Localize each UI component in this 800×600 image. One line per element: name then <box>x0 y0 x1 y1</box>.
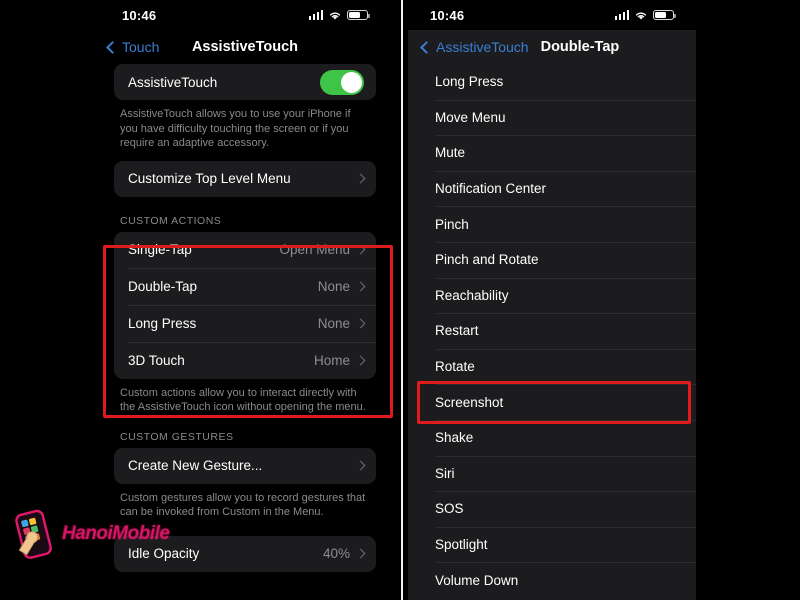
row-label: Long Press <box>128 316 197 331</box>
custom-action-row-3d-touch[interactable]: 3D Touch Home <box>114 343 376 379</box>
chevron-right-icon <box>355 460 366 471</box>
chevron-right-icon <box>355 548 366 559</box>
double-tap-action-list: Long Press Move Menu Mute Notification C… <box>408 64 696 600</box>
list-item[interactable]: Notification Center <box>408 170 696 207</box>
idle-opacity-value: 40% <box>322 546 350 561</box>
row-value: Open Menu <box>279 242 350 257</box>
assistive-touch-footnote: AssistiveTouch allows you to use your iP… <box>120 108 351 149</box>
list-item[interactable]: Move Menu <box>408 99 696 136</box>
list-item[interactable]: Siri <box>408 455 696 492</box>
list-item[interactable]: Volume Down <box>408 562 696 598</box>
customize-menu-card: Customize Top Level Menu <box>114 160 376 197</box>
right-nav-bar: AssistiveTouch Double-Tap <box>408 30 696 64</box>
list-item[interactable]: Long Press <box>408 64 696 100</box>
list-item[interactable]: Rotate <box>408 348 696 385</box>
customize-menu-label: Customize Top Level Menu <box>128 171 291 186</box>
create-new-gesture-row[interactable]: Create New Gesture... <box>114 448 376 484</box>
status-time: 10:46 <box>122 7 157 23</box>
status-icons <box>308 9 370 21</box>
list-item[interactable]: Spotlight <box>408 526 696 563</box>
chevron-right-icon <box>355 281 366 292</box>
left-status-bar: 10:46 <box>100 0 390 30</box>
list-item[interactable]: Restart <box>408 313 696 349</box>
right-status-bar: 10:46 <box>408 0 696 30</box>
row-value: None <box>317 279 350 294</box>
row-label: Double-Tap <box>128 279 198 294</box>
list-item[interactable]: Reachability <box>408 277 696 314</box>
battery-icon <box>653 9 676 21</box>
create-new-gesture-label: Create New Gesture... <box>128 458 263 473</box>
chevron-right-icon <box>355 173 366 184</box>
list-item[interactable]: Pinch <box>408 206 696 242</box>
custom-actions-card: Single-Tap Open Menu Double-Tap None Lon… <box>114 231 376 379</box>
page-title: Double-Tap <box>540 39 620 55</box>
right-letterbox <box>696 0 800 600</box>
row-value: None <box>317 316 350 331</box>
assistive-touch-card: AssistiveTouch <box>114 64 376 100</box>
screenshot-canvas: 10:46 Touch AssistiveTouch AssistiveTouc… <box>0 0 800 600</box>
wifi-icon <box>329 12 341 20</box>
list-item[interactable]: Pinch and Rotate <box>408 241 696 278</box>
list-item[interactable]: Shake <box>408 419 696 456</box>
custom-action-row-single-tap[interactable]: Single-Tap Open Menu <box>114 232 376 268</box>
panel-divider <box>401 0 403 600</box>
cellular-bars-icon <box>308 10 323 20</box>
left-settings-body: AssistiveTouch AssistiveTouch allows you… <box>100 64 390 572</box>
custom-action-row-long-press[interactable]: Long Press None <box>114 306 376 342</box>
assistive-touch-toggle[interactable] <box>320 69 364 95</box>
chevron-right-icon <box>355 318 366 329</box>
right-phone-screen: 10:46 AssistiveTouch Double-Tap Long Pre… <box>408 0 696 600</box>
status-time: 10:46 <box>430 7 465 23</box>
watermark-text: HanoiMobile <box>62 523 170 544</box>
row-value: Home <box>313 353 350 368</box>
page-title: AssistiveTouch <box>191 39 299 55</box>
left-nav-bar: Touch AssistiveTouch <box>100 30 390 64</box>
customize-top-level-menu-row[interactable]: Customize Top Level Menu <box>114 161 376 197</box>
chevron-right-icon <box>355 244 366 255</box>
custom-gestures-header: CUSTOM GESTURES <box>120 430 234 443</box>
back-button-label: AssistiveTouch <box>436 39 529 55</box>
status-icons <box>614 9 676 21</box>
custom-gestures-card: Create New Gesture... <box>114 447 376 484</box>
assistive-touch-label: AssistiveTouch <box>128 74 218 90</box>
list-item[interactable]: SOS <box>408 491 696 527</box>
row-label: 3D Touch <box>128 353 185 368</box>
chevron-left-icon <box>420 40 433 54</box>
list-item[interactable]: Mute <box>408 135 696 171</box>
custom-actions-footnote: Custom actions allow you to interact dir… <box>120 386 366 414</box>
battery-icon <box>347 9 370 21</box>
cellular-bars-icon <box>614 10 629 20</box>
custom-action-row-double-tap[interactable]: Double-Tap None <box>114 269 376 305</box>
phone-wrench-logo-icon <box>15 509 52 559</box>
row-label: Single-Tap <box>128 242 192 257</box>
wifi-icon <box>635 12 647 20</box>
list-item-screenshot[interactable]: Screenshot <box>408 384 696 420</box>
toggle-knob <box>341 71 362 93</box>
watermark: HanoiMobile <box>12 508 170 560</box>
assistive-touch-row[interactable]: AssistiveTouch <box>114 64 376 100</box>
chevron-right-icon <box>355 355 366 366</box>
custom-actions-header: CUSTOM ACTIONS <box>120 214 222 227</box>
back-button-assistivetouch[interactable]: AssistiveTouch <box>414 39 529 55</box>
